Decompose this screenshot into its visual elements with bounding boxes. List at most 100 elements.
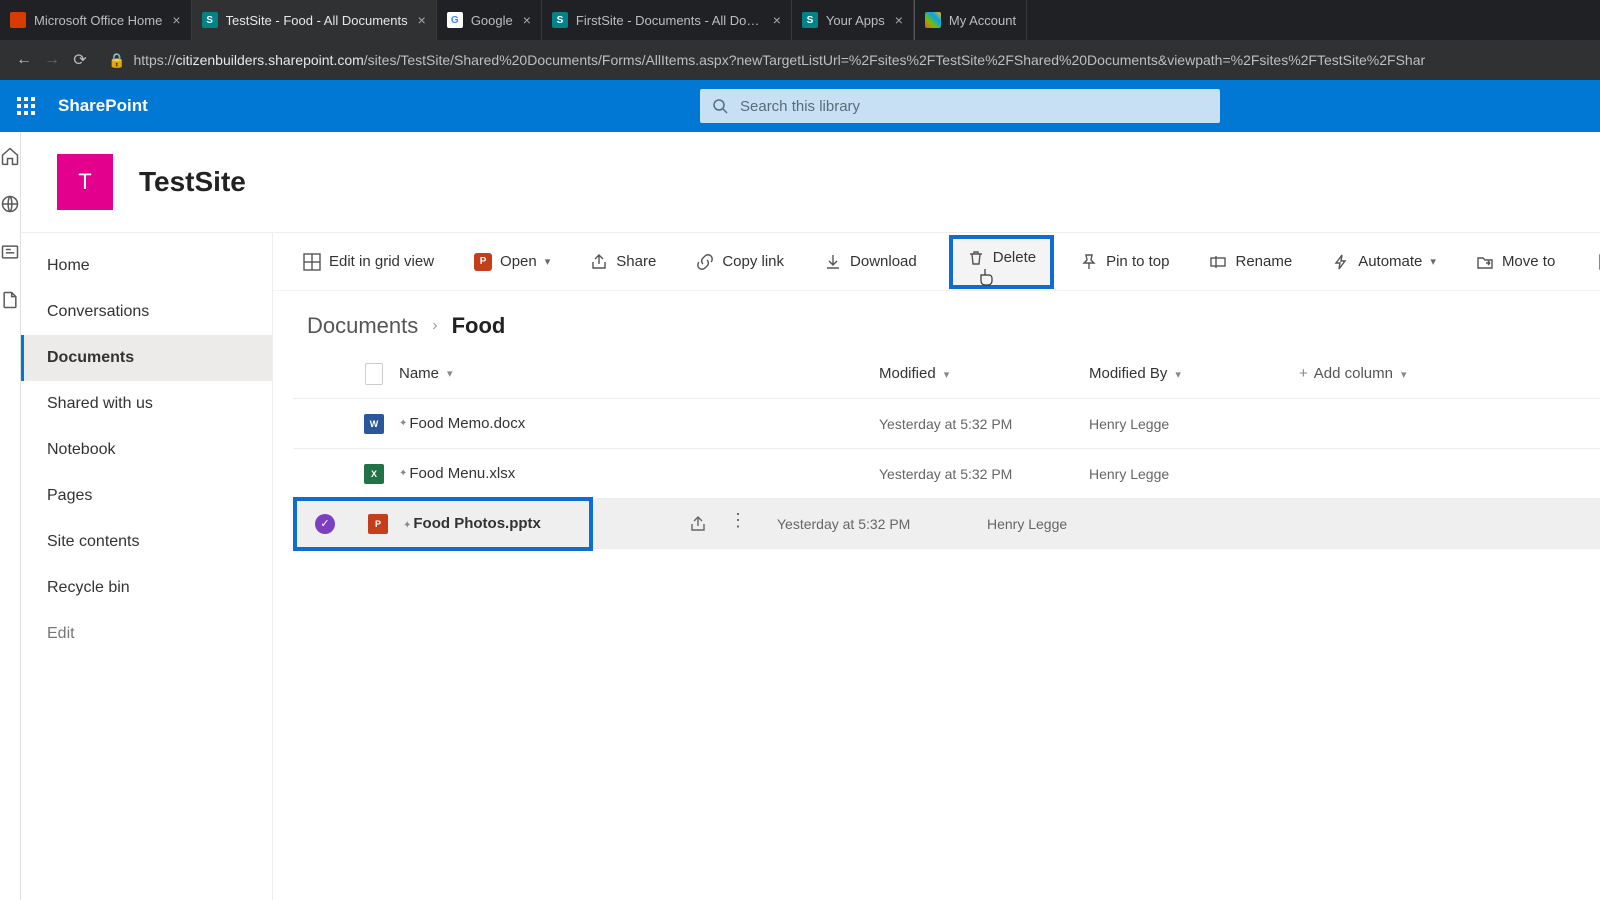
breadcrumb: Documents › Food [273,291,1600,349]
file-icon[interactable] [0,290,20,310]
browser-tab[interactable]: Microsoft Office Home × [0,0,192,40]
nav-conversations[interactable]: Conversations [21,289,272,335]
browser-tab[interactable]: S Your Apps × [792,0,914,40]
delete-button[interactable]: Delete [949,235,1054,289]
modified-by: Henry Legge [987,516,1197,532]
chevron-down-icon: ▾ [944,369,950,381]
col-modified[interactable]: Modified▾ [879,365,1089,382]
nav-edit[interactable]: Edit [21,611,272,657]
grid-icon [303,253,321,271]
globe-icon[interactable] [0,194,20,214]
sharepoint-topbar: SharePoint Search this library [0,80,1600,132]
browser-tab[interactable]: My Account [914,0,1027,40]
copy-link-button[interactable]: Copy link [688,247,792,277]
share-icon [590,253,608,271]
site-title[interactable]: TestSite [139,166,246,198]
news-icon[interactable] [0,242,20,262]
home-icon[interactable] [0,146,20,166]
close-icon[interactable]: × [418,12,426,28]
tab-title: FirstSite - Documents - All Docum [576,13,763,28]
more-icon[interactable]: ⋮ [729,515,747,533]
tab-title: TestSite - Food - All Documents [226,13,408,28]
selected-check-icon[interactable]: ✓ [315,514,335,534]
edit-grid-button[interactable]: Edit in grid view [295,247,442,277]
powerpoint-icon: P [474,253,492,271]
search-icon [712,98,728,114]
copy-icon [1595,253,1600,271]
breadcrumb-current: Food [452,313,506,339]
browser-tabstrip: Microsoft Office Home × S TestSite - Foo… [0,0,1600,40]
forward-icon[interactable]: → [38,51,66,69]
nav-pages[interactable]: Pages [21,473,272,519]
table-row[interactable]: X ✦Food Menu.xlsx Yesterday at 5:32 PM H… [293,449,1600,499]
table-row[interactable]: ✓ P ✦Food Photos.pptx ⋮ Yesterday at 5:3… [293,499,1600,549]
link-icon [696,253,714,271]
app-launcher-icon[interactable] [0,80,52,132]
browser-tab[interactable]: G Google × [437,0,542,40]
chevron-down-icon: ▾ [1175,369,1181,381]
browser-tab[interactable]: S TestSite - Food - All Documents × [192,0,437,40]
close-icon[interactable]: × [172,12,180,28]
excel-icon: X [364,464,384,484]
browser-tab[interactable]: S FirstSite - Documents - All Docum × [542,0,792,40]
pin-button[interactable]: Pin to top [1072,247,1177,277]
rename-button[interactable]: Rename [1201,247,1300,277]
open-button[interactable]: P Open ▾ [466,247,558,277]
nav-recycle-bin[interactable]: Recycle bin [21,565,272,611]
trash-icon [967,249,985,267]
cursor-icon [979,267,995,287]
site-nav: Home Conversations Documents Shared with… [21,233,273,900]
tab-title: Google [471,13,513,28]
pin-icon [1080,253,1098,271]
close-icon[interactable]: × [523,12,531,28]
command-bar: Edit in grid view P Open ▾ Share Copy li… [273,233,1600,291]
close-icon[interactable]: × [895,12,903,28]
add-column-button[interactable]: +Add column▾ [1299,365,1600,382]
chevron-right-icon: › [432,317,437,335]
nav-notebook[interactable]: Notebook [21,427,272,473]
nav-home[interactable]: Home [21,243,272,289]
file-name[interactable]: Food Menu.xlsx [409,465,515,482]
search-box[interactable]: Search this library [700,89,1220,123]
table-row[interactable]: W ✦Food Memo.docx Yesterday at 5:32 PM H… [293,399,1600,449]
site-header: T TestSite [21,132,1600,233]
lock-icon: 🔒 [108,52,125,69]
close-icon[interactable]: × [773,12,781,28]
reload-icon[interactable]: ⟳ [66,50,94,70]
tab-title: Microsoft Office Home [34,13,162,28]
table-header: Name▾ Modified▾ Modified By▾ +Add column… [293,349,1600,399]
site-logo[interactable]: T [57,154,113,210]
col-modified-by[interactable]: Modified By▾ [1089,365,1299,382]
chevron-down-icon: ▾ [545,255,551,268]
move-button[interactable]: Move to [1468,247,1563,277]
download-icon [824,253,842,271]
sharepoint-brand[interactable]: SharePoint [58,96,148,116]
copy-button[interactable]: Copy to [1587,247,1600,277]
selection-highlight: ✓ P ✦Food Photos.pptx [293,497,593,551]
tab-title: Your Apps [826,13,885,28]
automate-icon [1332,253,1350,271]
download-button[interactable]: Download [816,247,925,277]
back-icon[interactable]: ← [10,51,38,69]
chevron-down-icon: ▾ [1401,369,1407,381]
modified-date: Yesterday at 5:32 PM [777,516,987,532]
share-icon[interactable] [689,515,707,533]
modified-by: Henry Legge [1089,416,1299,432]
file-name[interactable]: Food Memo.docx [409,415,525,432]
powerpoint-icon: P [368,514,388,534]
doctype-icon[interactable] [365,363,383,385]
url-text[interactable]: https://citizenbuilders.sharepoint.com/s… [133,52,1425,68]
modified-date: Yesterday at 5:32 PM [879,466,1089,482]
file-name[interactable]: Food Photos.pptx [413,515,540,532]
nav-shared[interactable]: Shared with us [21,381,272,427]
col-name[interactable]: Name▾ [399,365,759,382]
automate-button[interactable]: Automate ▾ [1324,247,1444,277]
document-table: Name▾ Modified▾ Modified By▾ +Add column… [273,349,1600,549]
modified-date: Yesterday at 5:32 PM [879,416,1089,432]
share-button[interactable]: Share [582,247,664,277]
nav-site-contents[interactable]: Site contents [21,519,272,565]
breadcrumb-root[interactable]: Documents [307,313,418,339]
move-icon [1476,253,1494,271]
nav-documents[interactable]: Documents [21,335,272,381]
word-icon: W [364,414,384,434]
